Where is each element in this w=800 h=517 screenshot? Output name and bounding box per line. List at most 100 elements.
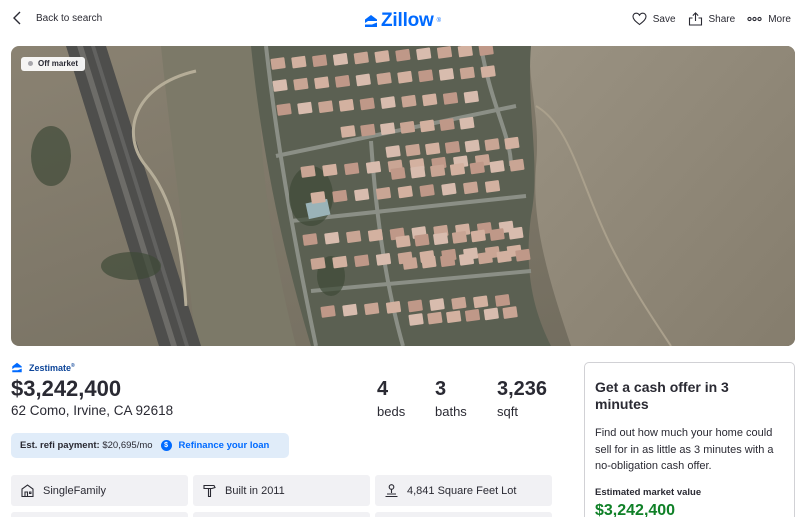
save-label: Save (652, 13, 676, 25)
roof-tile (480, 65, 496, 78)
roof-tile (272, 79, 288, 92)
roof-tile (442, 92, 459, 105)
dollar-icon: $ (160, 440, 172, 451)
roof-tile (427, 311, 443, 325)
cash-offer-title: Get a cash offer in 3 minutes (595, 379, 729, 412)
roof-tile (457, 46, 473, 58)
roof-tile (401, 94, 417, 108)
fact-chip-partial (11, 512, 188, 517)
more-button[interactable]: More (747, 12, 791, 26)
roof-tile (484, 138, 500, 151)
roof-tile (407, 299, 423, 313)
roof-tile (477, 251, 493, 265)
header-actions: Save Share More (632, 12, 791, 26)
beds-value: 4 (377, 378, 389, 400)
roof-tile (489, 160, 505, 173)
roof-tile (464, 309, 481, 322)
roof-tile (436, 46, 453, 59)
roof-tile (405, 143, 421, 157)
roof-tile (395, 235, 411, 248)
roof-tile (332, 189, 348, 203)
zillow-logo-text: Zillow (381, 10, 434, 31)
lot-size-icon (385, 484, 398, 498)
home-type-chip: SingleFamily (11, 475, 188, 506)
roof-tile (353, 51, 369, 65)
more-dots-icon (747, 16, 762, 22)
roof-tile (470, 229, 486, 243)
baths-value: 3 (435, 378, 447, 400)
chevron-left-icon (13, 11, 21, 25)
roof-tile (469, 161, 485, 175)
top-header: Back to search Zillow ® Save Share More (0, 0, 800, 40)
home-type-text: SingleFamily (43, 484, 106, 497)
zestimate-label[interactable]: Zestimate® (11, 362, 75, 373)
roof-tile (310, 257, 326, 270)
roof-tile (375, 253, 392, 266)
roof-tile (464, 139, 480, 153)
roof-tile (496, 250, 512, 263)
roof-tile (418, 69, 434, 83)
roof-tile (375, 187, 392, 200)
year-built-chip: Built in 2011 (193, 475, 370, 506)
refi-payment-banner: Est. refi payment: $20,695/mo $ Refinanc… (11, 433, 289, 458)
share-button[interactable]: Share (688, 12, 736, 26)
roof-tile (458, 253, 475, 266)
more-label: More (768, 13, 791, 25)
off-market-badge: Off market (21, 57, 86, 71)
roof-tile (515, 248, 531, 262)
roof-tile (314, 76, 330, 90)
roof-tile (484, 180, 501, 193)
roof-tile (338, 99, 355, 112)
roof-tile (346, 230, 362, 244)
share-icon (688, 12, 702, 26)
roof-tile (293, 77, 309, 91)
roof-tile (342, 303, 358, 317)
status-dot-icon (28, 61, 33, 66)
back-to-search-link[interactable]: Back to search (12, 11, 102, 25)
roof-tile (429, 298, 445, 311)
roof-tile (318, 100, 334, 114)
roof-tile (300, 165, 316, 178)
roof-tile (451, 296, 467, 310)
roof-tile (459, 66, 475, 80)
roof-tile (446, 310, 462, 324)
zillow-logo[interactable]: Zillow ® (364, 10, 441, 32)
roof-tile (374, 50, 390, 63)
roof-tile (385, 145, 401, 158)
zestimate-text: Zestimate (29, 362, 72, 373)
roof-tile (332, 255, 348, 269)
beds-fact: 4 beds (377, 378, 405, 419)
refi-label: Est. refi payment: (20, 440, 100, 451)
roof-tile (355, 73, 371, 87)
roof-tile (451, 231, 468, 244)
cash-offer-card: Get a cash offer in 3 minutes Find out h… (584, 362, 795, 517)
roof-tile (473, 295, 489, 309)
roof-tile (344, 162, 360, 176)
zillow-logo-icon (365, 15, 377, 27)
property-photo[interactable]: Off market (11, 46, 795, 346)
roof-tile (494, 294, 511, 307)
roof-tile (354, 254, 370, 268)
roof-tile (410, 165, 426, 179)
roof-tile (324, 231, 340, 245)
roof-tile (376, 72, 392, 85)
refinance-loan-link[interactable]: Refinance your loan (179, 440, 270, 451)
roof-tile (489, 228, 505, 241)
sqft-label: sqft (497, 404, 518, 419)
roof-tile (508, 226, 524, 240)
save-button[interactable]: Save (632, 12, 676, 26)
roof-tile (291, 55, 307, 69)
share-label: Share (708, 13, 736, 25)
roof-tile (380, 96, 396, 109)
roof-tile (354, 188, 370, 202)
roof-tile (421, 255, 437, 269)
roof-tile (359, 97, 375, 111)
home-icon (21, 484, 34, 498)
roof-tile (463, 181, 479, 195)
roof-tile (270, 57, 286, 70)
beds-label: beds (377, 404, 406, 419)
roof-tile (433, 232, 449, 246)
roof-tile (419, 119, 435, 133)
roof-tile (312, 54, 328, 68)
roof-tile (414, 233, 430, 247)
